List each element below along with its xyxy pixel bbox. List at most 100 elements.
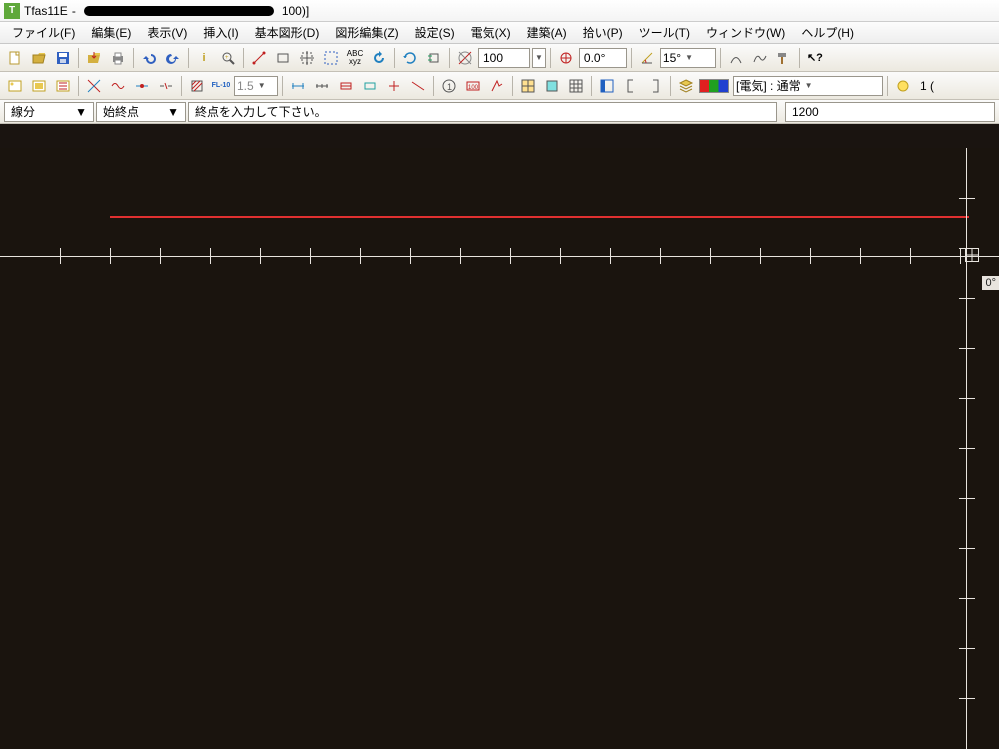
ruler-tick-h — [510, 248, 511, 264]
app-title: Tfas11E — [24, 4, 68, 18]
compass-icon[interactable] — [454, 47, 476, 69]
new-icon[interactable] — [4, 47, 26, 69]
ruler-tick-h — [910, 248, 911, 264]
menu-settings[interactable]: 設定(S) — [409, 22, 461, 43]
ruler-tick-v — [959, 548, 975, 549]
layer-color-swatch[interactable] — [699, 79, 729, 93]
layer-stack-icon[interactable] — [675, 75, 697, 97]
wire-wave-icon[interactable] — [107, 75, 129, 97]
angle-input[interactable] — [579, 48, 627, 68]
refresh-icon[interactable] — [368, 47, 390, 69]
grid-full-icon[interactable] — [565, 75, 587, 97]
rotate-ccw-icon[interactable] — [399, 47, 421, 69]
angle-tool-icon[interactable] — [636, 47, 658, 69]
info-icon[interactable]: i — [193, 47, 215, 69]
ortho-icon[interactable] — [555, 47, 577, 69]
menu-pick[interactable]: 拾い(P) — [577, 22, 629, 43]
chevron-down-icon: ▼ — [258, 81, 266, 90]
separator — [433, 76, 434, 96]
wire-cross-icon[interactable] — [83, 75, 105, 97]
abc-icon[interactable]: ABCxyz — [344, 47, 366, 69]
dim-h-icon[interactable] — [287, 75, 309, 97]
undo-icon[interactable] — [138, 47, 160, 69]
command-value-field[interactable]: 1200 — [785, 102, 995, 122]
arc-tool-icon[interactable] — [725, 47, 747, 69]
label-box-icon[interactable]: 100 — [462, 75, 484, 97]
dim-chain-icon[interactable] — [311, 75, 333, 97]
app-icon: T — [4, 3, 20, 19]
ruler-tick-v — [959, 348, 975, 349]
separator — [181, 76, 182, 96]
half-red-icon[interactable] — [407, 75, 429, 97]
ruler-tick-h — [60, 248, 61, 264]
dash: - — [72, 4, 76, 18]
ruler-tick-h — [360, 248, 361, 264]
ruler-tick-h — [460, 248, 461, 264]
separator — [887, 76, 888, 96]
ruler-tick-h — [610, 248, 611, 264]
hatch-icon[interactable] — [186, 75, 208, 97]
separator — [512, 76, 513, 96]
snap-mode-select[interactable]: 始終点 ▼ — [96, 102, 186, 122]
menu-edit[interactable]: 編集(E) — [85, 22, 137, 43]
print-icon[interactable] — [107, 47, 129, 69]
menu-electric[interactable]: 電気(X) — [465, 22, 517, 43]
hammer-icon[interactable] — [773, 47, 795, 69]
bracket-right-icon[interactable] — [644, 75, 666, 97]
open-icon[interactable] — [28, 47, 50, 69]
zoom-dropdown[interactable]: ▼ — [532, 48, 546, 68]
ruler-tick-h — [110, 248, 111, 264]
menu-view[interactable]: 表示(V) — [141, 22, 193, 43]
bracket-left-icon[interactable] — [620, 75, 642, 97]
symbol-cyan-icon[interactable] — [359, 75, 381, 97]
ruler-tick-v — [959, 498, 975, 499]
layer2-icon[interactable] — [28, 75, 50, 97]
zoom-input[interactable] — [478, 48, 530, 68]
box-cyan-icon[interactable] — [541, 75, 563, 97]
wire-connect-icon[interactable] — [131, 75, 153, 97]
draw-mode-select[interactable]: 線分 ▼ — [4, 102, 94, 122]
toolbar-top: i + ABCxyz ▼ 15°▼ ↖? — [0, 44, 999, 72]
ruler-tick-v — [959, 198, 975, 199]
menu-window[interactable]: ウィンドウ(W) — [700, 22, 791, 43]
layer1-icon[interactable] — [4, 75, 26, 97]
spline-tool-icon[interactable] — [749, 47, 771, 69]
grid-small-icon[interactable] — [517, 75, 539, 97]
wire-cut-icon[interactable] — [155, 75, 177, 97]
separator — [243, 48, 244, 68]
drawing-canvas[interactable]: 0° — [0, 148, 999, 749]
rect-tool-icon[interactable] — [272, 47, 294, 69]
ruler-tick-h — [810, 248, 811, 264]
menu-shape-edit[interactable]: 図形編集(Z) — [329, 22, 404, 43]
layer-select[interactable]: [電気] : 通常 ▼ — [733, 76, 883, 96]
measure-icon[interactable] — [248, 47, 270, 69]
select-window-icon[interactable] — [320, 47, 342, 69]
circle-yellow-icon[interactable] — [892, 75, 914, 97]
layer3-icon[interactable] — [52, 75, 74, 97]
symbol-cross-icon[interactable] — [383, 75, 405, 97]
menu-insert[interactable]: 挿入(I) — [197, 22, 244, 43]
menu-arch[interactable]: 建築(A) — [521, 22, 573, 43]
zoom-in-icon[interactable]: + — [217, 47, 239, 69]
menu-basic[interactable]: 基本図形(D) — [249, 22, 326, 43]
floor-icon[interactable]: FL-10 — [210, 75, 232, 97]
separator — [282, 76, 283, 96]
ruler-tick-h — [260, 248, 261, 264]
help-cursor-icon[interactable]: ↖? — [804, 47, 826, 69]
symbol-red-icon[interactable] — [335, 75, 357, 97]
menu-tool[interactable]: ツール(T) — [633, 22, 696, 43]
pointer-red-icon[interactable] — [486, 75, 508, 97]
import-icon[interactable] — [83, 47, 105, 69]
snap-angle-select[interactable]: 15°▼ — [660, 48, 716, 68]
crosshair-icon[interactable] — [296, 47, 318, 69]
menu-bar: ファイル(F) 編集(E) 表示(V) 挿入(I) 基本図形(D) 図形編集(Z… — [0, 22, 999, 44]
circled-1-icon[interactable]: 1 — [438, 75, 460, 97]
menu-help[interactable]: ヘルプ(H) — [795, 22, 860, 43]
line-width-select[interactable]: 1.5▼ — [234, 76, 278, 96]
save-icon[interactable] — [52, 47, 74, 69]
panel-blue-icon[interactable] — [596, 75, 618, 97]
redo-icon[interactable] — [162, 47, 184, 69]
ruler-tick-v — [959, 598, 975, 599]
snap-toggle-icon[interactable] — [423, 47, 445, 69]
menu-file[interactable]: ファイル(F) — [6, 22, 81, 43]
